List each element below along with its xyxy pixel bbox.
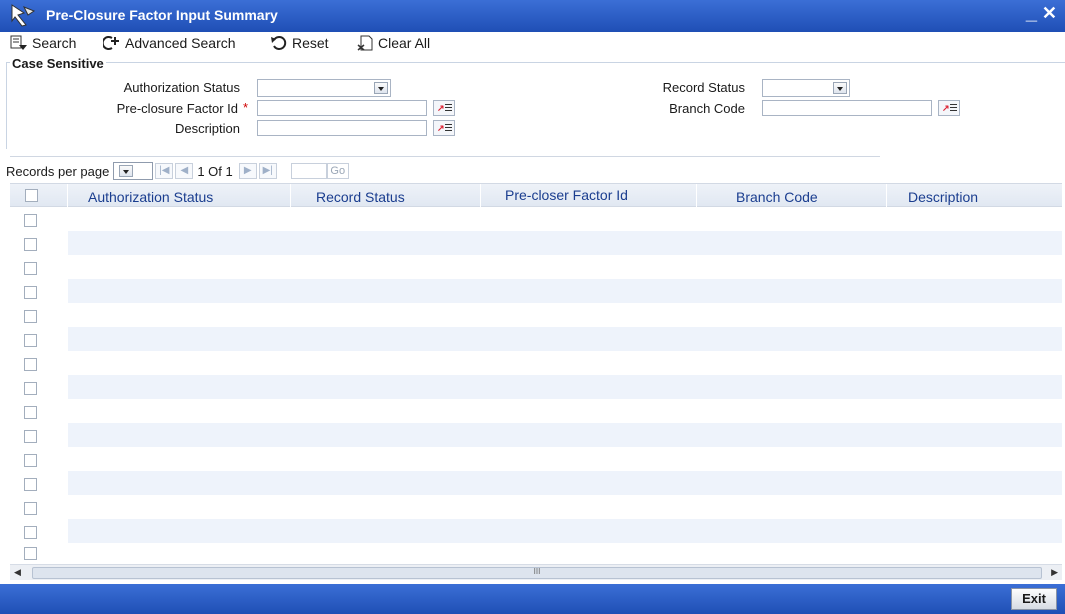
- table-row[interactable]: [68, 255, 1062, 279]
- column-record-status[interactable]: Record Status: [316, 189, 405, 205]
- authorization-status-select[interactable]: [257, 79, 391, 97]
- minimize-button[interactable]: _: [1026, 2, 1037, 25]
- row-checkbox[interactable]: [24, 526, 37, 539]
- factor-id-input[interactable]: [257, 100, 427, 116]
- row-checkbox[interactable]: [24, 358, 37, 371]
- row-checkbox[interactable]: [24, 334, 37, 347]
- scrollbar-grip: III: [533, 567, 541, 576]
- row-checkbox[interactable]: [24, 262, 37, 275]
- branch-code-input[interactable]: [762, 100, 932, 116]
- column-branch-code[interactable]: Branch Code: [736, 189, 818, 205]
- table-row[interactable]: [68, 207, 1062, 231]
- description-label: Description: [174, 121, 240, 136]
- last-page-button[interactable]: ▶|: [258, 163, 277, 179]
- record-status-label: Record Status: [662, 80, 745, 95]
- list-of-values-icon: [445, 104, 452, 112]
- table-row[interactable]: [68, 351, 1062, 375]
- title-bar: Pre-Closure Factor Input Summary _ ✕: [0, 0, 1065, 32]
- reset-button[interactable]: Reset: [270, 35, 329, 51]
- row-checkbox[interactable]: [24, 214, 37, 227]
- row-checkbox[interactable]: [24, 430, 37, 443]
- row-checkbox[interactable]: [24, 406, 37, 419]
- previous-page-button[interactable]: ◀: [175, 163, 194, 179]
- close-button[interactable]: ✕: [1042, 3, 1057, 24]
- table-row[interactable]: [68, 231, 1062, 255]
- next-page-button[interactable]: ▶: [238, 163, 257, 179]
- column-factor-id[interactable]: Pre-closer Factor Id: [505, 187, 628, 203]
- authorization-status-label: Authorization Status: [123, 80, 240, 95]
- clear-all-button[interactable]: Clear All: [356, 35, 430, 51]
- row-checkbox[interactable]: [24, 238, 37, 251]
- scroll-left-icon[interactable]: ◀: [14, 567, 21, 578]
- search-button[interactable]: Search: [10, 35, 76, 51]
- table-row[interactable]: [68, 327, 1062, 351]
- search-icon: [10, 35, 27, 50]
- row-checkbox[interactable]: [24, 478, 37, 491]
- horizontal-scrollbar[interactable]: ◀ III ▶: [10, 564, 1062, 580]
- clear-all-label: Clear All: [378, 35, 431, 51]
- row-checkbox[interactable]: [24, 382, 37, 395]
- row-checkbox[interactable]: [24, 286, 37, 299]
- chevron-down-icon: [374, 82, 388, 94]
- column-description[interactable]: Description: [908, 189, 978, 205]
- row-checkbox[interactable]: [24, 502, 37, 515]
- table-row[interactable]: [68, 423, 1062, 447]
- factor-id-label: Pre-closure Factor Id: [116, 101, 238, 116]
- description-input[interactable]: [257, 120, 427, 136]
- grid-header: Authorization Status Record Status Pre-c…: [10, 183, 1062, 208]
- branch-code-lov-button[interactable]: ↗: [938, 100, 960, 116]
- branch-code-label: Branch Code: [669, 101, 745, 116]
- app-logo-icon: [11, 4, 36, 27]
- go-to-page-input[interactable]: [290, 163, 327, 179]
- advanced-search-label: Advanced Search: [125, 35, 236, 51]
- record-status-select[interactable]: [762, 79, 850, 97]
- table-row[interactable]: [68, 375, 1062, 399]
- list-of-values-icon: [950, 104, 957, 112]
- row-checkbox[interactable]: [24, 454, 37, 467]
- chevron-down-icon: [119, 165, 134, 177]
- records-per-page-label: Records per page: [6, 163, 110, 179]
- table-row[interactable]: [68, 279, 1062, 303]
- pagination-bar: Records per page 15 |◀ ◀ 1 Of 1 ▶ ▶| Go: [6, 162, 349, 180]
- first-page-button[interactable]: |◀: [155, 163, 174, 179]
- table-row[interactable]: [68, 447, 1062, 471]
- records-per-page-select[interactable]: 15: [113, 162, 154, 180]
- table-row[interactable]: [68, 303, 1062, 327]
- chevron-down-icon: [833, 82, 847, 94]
- window-title: Pre-Closure Factor Input Summary: [46, 7, 278, 23]
- advanced-search-button[interactable]: Advanced Search: [103, 35, 236, 51]
- clear-all-icon: [357, 35, 373, 51]
- table-row[interactable]: [68, 519, 1062, 543]
- scroll-right-icon[interactable]: ▶: [1051, 567, 1058, 578]
- reset-icon: [271, 36, 287, 50]
- advanced-search-icon: [103, 36, 119, 50]
- footer-bar: Exit: [0, 584, 1065, 614]
- required-marker: *: [243, 100, 249, 115]
- reset-label: Reset: [292, 35, 329, 51]
- exit-button[interactable]: Exit: [1011, 588, 1057, 610]
- scrollbar-thumb[interactable]: III: [32, 567, 1042, 579]
- divider: [10, 156, 880, 157]
- column-authorization-status[interactable]: Authorization Status: [88, 189, 213, 205]
- go-button[interactable]: Go: [326, 163, 349, 179]
- search-label: Search: [32, 35, 77, 51]
- list-of-values-icon: [445, 124, 452, 132]
- table-row[interactable]: [68, 471, 1062, 495]
- description-lov-button[interactable]: ↗: [433, 120, 455, 136]
- page-info: 1 Of 1: [197, 163, 233, 179]
- table-row[interactable]: [68, 399, 1062, 423]
- table-row[interactable]: [68, 495, 1062, 519]
- factor-id-lov-button[interactable]: ↗: [433, 100, 455, 116]
- select-all-checkbox[interactable]: [25, 189, 38, 202]
- case-sensitive-legend: Case Sensitive: [10, 56, 106, 71]
- row-checkbox[interactable]: [24, 310, 37, 323]
- row-checkbox[interactable]: [24, 547, 37, 560]
- toolbar: Search Advanced Search Reset Clear All: [0, 32, 1065, 56]
